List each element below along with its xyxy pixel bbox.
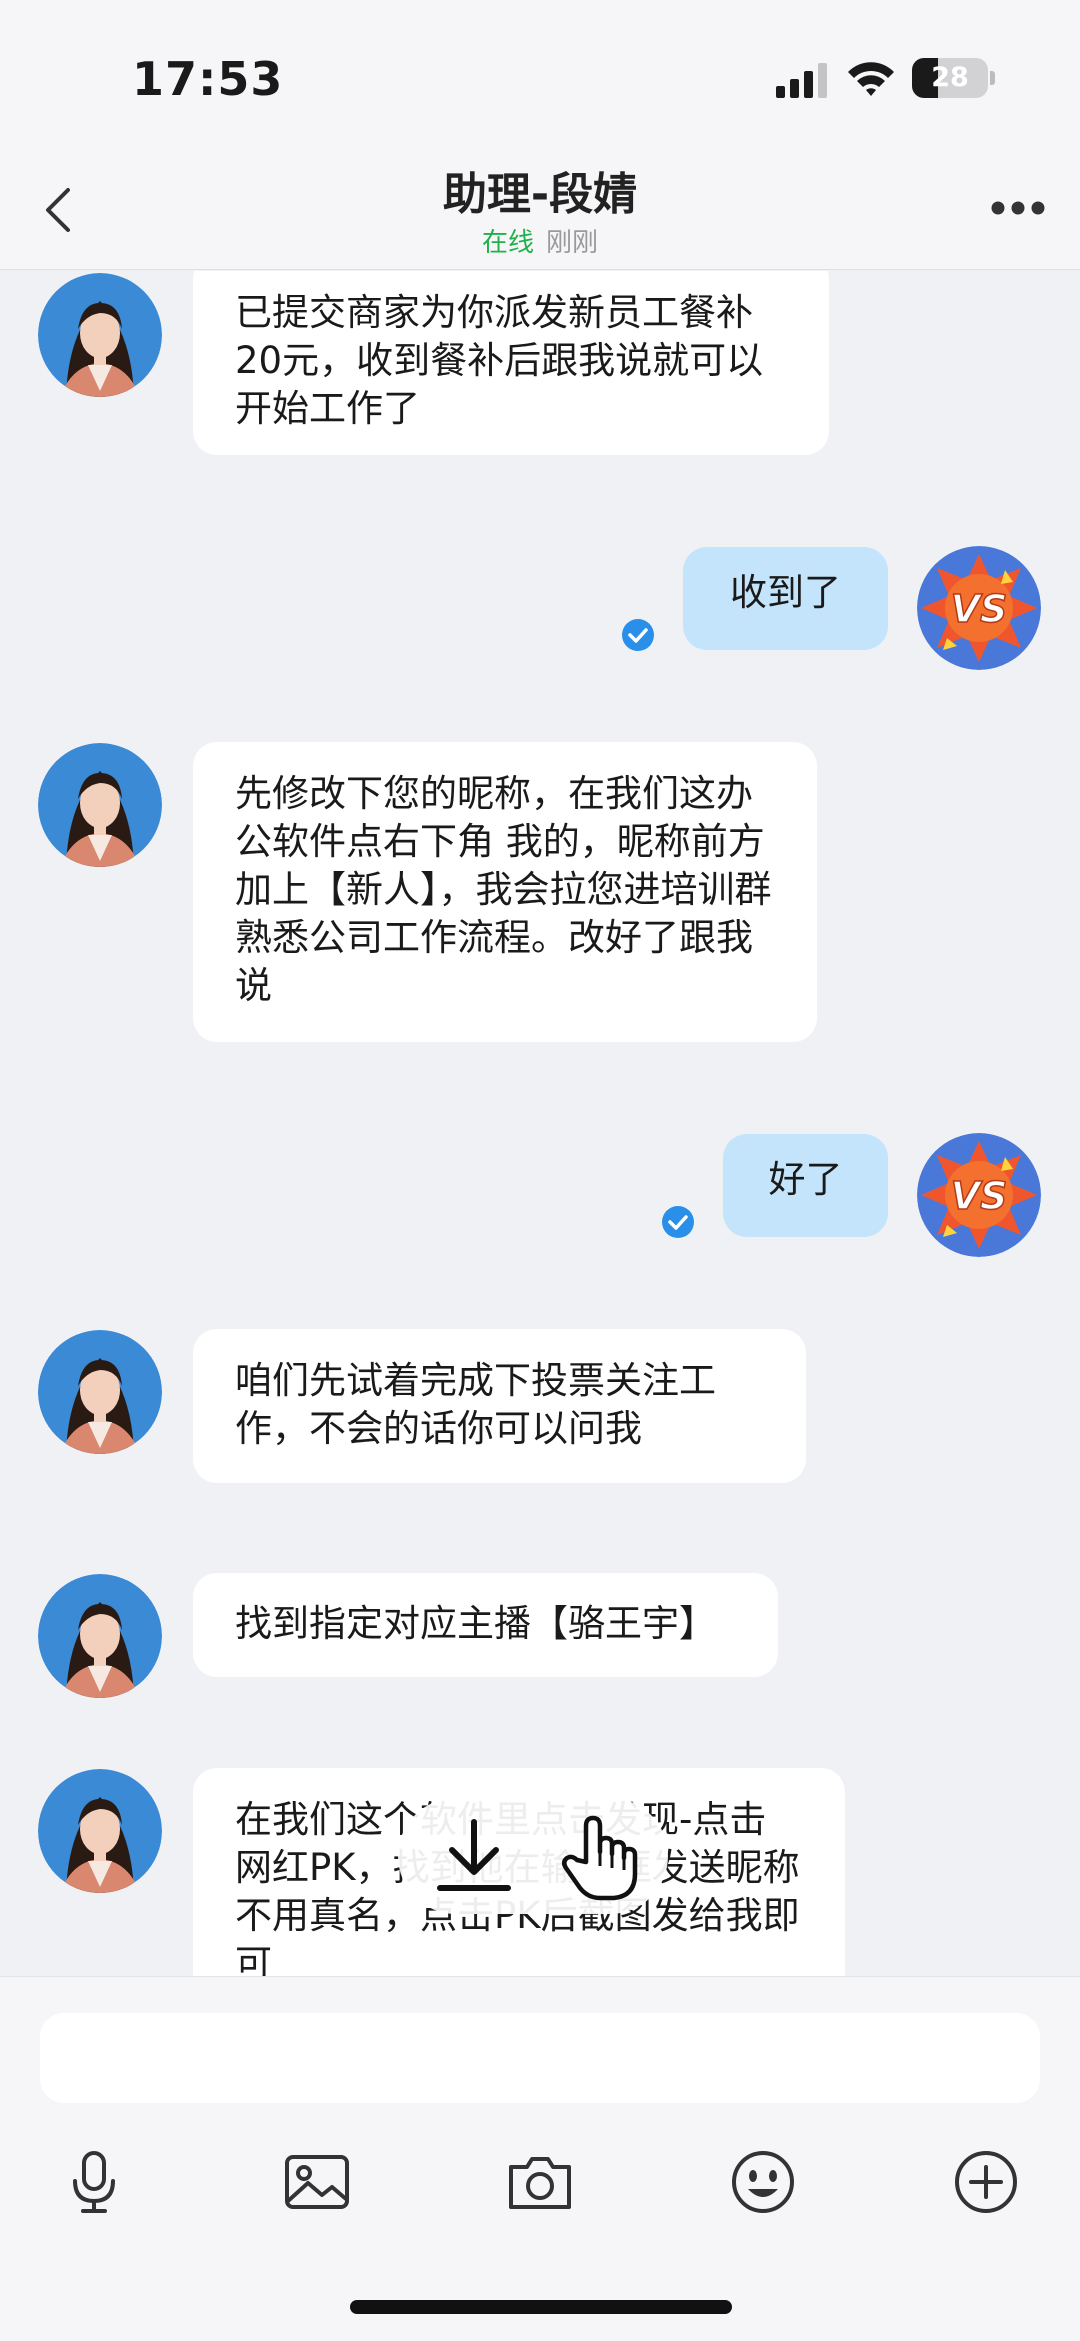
floating-action-overlay[interactable] <box>398 1798 668 1914</box>
status-bar: 17:53 28 <box>0 0 1080 150</box>
tap-hand-icon[interactable] <box>556 1812 644 1902</box>
assistant-avatar[interactable] <box>38 1769 162 1893</box>
last-seen: 刚刚 <box>546 228 599 258</box>
add-icon[interactable] <box>951 2147 1021 2217</box>
message-input[interactable] <box>40 2013 1040 2103</box>
chat-header: 助理-段婧 在线 刚刚 <box>0 150 1080 270</box>
assistant-avatar[interactable] <box>38 743 162 867</box>
read-check-icon <box>622 619 654 651</box>
microphone-icon[interactable] <box>59 2147 129 2217</box>
message-bubble[interactable]: 收到了 <box>683 547 888 650</box>
message-bubble[interactable]: 好了 <box>723 1134 888 1237</box>
assistant-avatar[interactable] <box>38 1574 162 1698</box>
contact-name: 助理-段婧 <box>442 169 638 220</box>
status-time: 17:53 <box>132 52 284 106</box>
more-icon[interactable] <box>990 196 1046 220</box>
download-icon[interactable] <box>434 1818 514 1894</box>
battery-percent: 28 <box>931 62 969 93</box>
signal-icon <box>776 63 827 98</box>
message-bubble[interactable]: 已提交商家为你派发新员工餐补20元，收到餐补后跟我说就可以开始工作了 <box>193 271 829 455</box>
message-bubble[interactable]: 先修改下您的昵称，在我们这办公软件点右下角 我的，昵称前方加上【新人】，我会拉您… <box>193 742 817 1042</box>
chat-messages[interactable]: 已提交商家为你派发新员工餐补20元，收到餐补后跟我说就可以开始工作了 收到了 先… <box>0 271 1080 1976</box>
message-bubble[interactable]: 找到指定对应主播【骆王宇】 <box>193 1573 778 1677</box>
image-icon[interactable] <box>282 2147 352 2217</box>
camera-icon[interactable] <box>505 2147 575 2217</box>
assistant-avatar[interactable] <box>38 273 162 397</box>
user-avatar[interactable] <box>917 1133 1041 1257</box>
contact-status: 在线 刚刚 <box>0 222 1080 259</box>
battery-icon: 28 <box>912 58 988 98</box>
online-status: 在线 <box>481 228 534 258</box>
emoji-icon[interactable] <box>728 2147 798 2217</box>
read-check-icon <box>662 1206 694 1238</box>
home-indicator[interactable] <box>350 2300 732 2314</box>
input-area <box>0 1976 1080 2341</box>
wifi-icon <box>848 62 894 96</box>
user-avatar[interactable] <box>917 546 1041 670</box>
assistant-avatar[interactable] <box>38 1330 162 1454</box>
battery-tip <box>990 71 995 85</box>
message-bubble[interactable]: 咱们先试着完成下投票关注工作，不会的话你可以问我 <box>193 1329 806 1483</box>
